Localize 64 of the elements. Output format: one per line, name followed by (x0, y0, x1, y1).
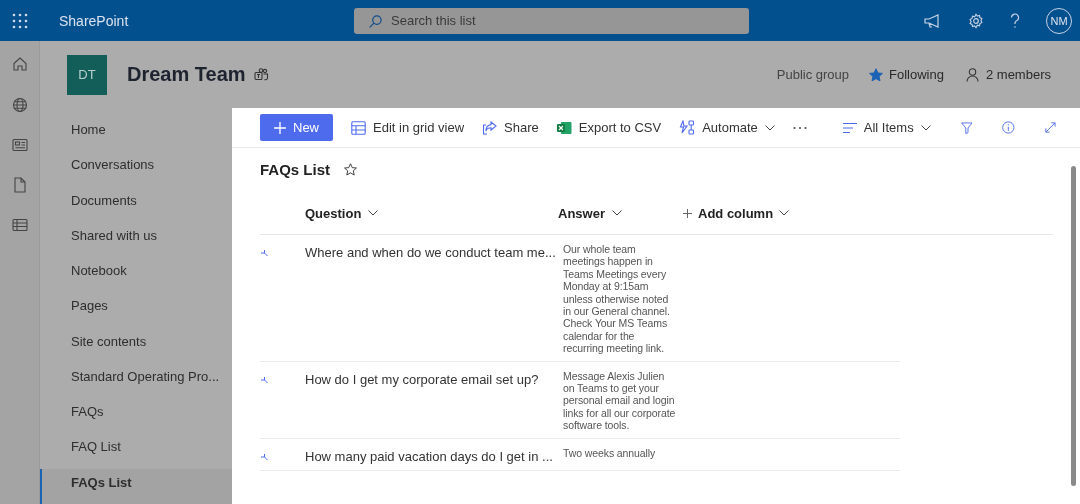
spreadsheet-icon (556, 120, 572, 135)
app-launcher-icon[interactable] (12, 12, 28, 29)
members-button[interactable]: 2 members (965, 67, 1051, 82)
nav-link[interactable]: Home (40, 116, 232, 152)
help-icon[interactable] (1010, 12, 1020, 29)
follow-button[interactable]: Following (869, 67, 944, 82)
more-button[interactable] (792, 125, 807, 130)
ellipsis-icon (792, 125, 807, 130)
scrollbar[interactable] (1071, 166, 1076, 486)
news-icon[interactable] (11, 138, 28, 152)
lines-icon (842, 122, 857, 133)
view-selector[interactable]: All Items (842, 120, 931, 135)
nav-link[interactable]: Site contents (40, 327, 232, 363)
chevron-down-icon (611, 210, 622, 216)
automate-button[interactable]: Automate (679, 120, 775, 135)
table-icon (351, 120, 366, 135)
add-column-button[interactable]: Add column (683, 205, 790, 221)
grid-view-button[interactable]: Edit in grid view (351, 120, 465, 135)
plus-icon (274, 121, 286, 134)
nav-link[interactable]: Shared with us (40, 221, 232, 258)
nav-link[interactable]: Standard Operating Pro... (40, 362, 232, 399)
answer-cell: Message Alexis Julien on Teams to get your personal email and login links for all our corporate software tools. (563, 369, 677, 432)
nav-link[interactable]: Pages (40, 292, 232, 328)
share-button[interactable]: Share (482, 120, 539, 135)
export-button[interactable]: Export to CSV (556, 120, 662, 135)
star-icon[interactable] (344, 162, 357, 176)
teams-icon (253, 67, 269, 82)
nav-link[interactable]: Documents (40, 186, 232, 222)
filter-icon[interactable] (960, 120, 973, 135)
answer-cell-text: Our whole team meetings happen in Teams Meetings every Monday at 9:15am unless otherwise noted in our General channel. Check Your MS Teams calendar for the recurring meeting link. (563, 243, 671, 355)
settings-icon[interactable] (968, 12, 984, 29)
megaphone-icon[interactable] (924, 13, 942, 28)
question-cell[interactable]: Where and when do we conduct team me... (305, 243, 563, 355)
answer-cell-text: Two weeks annually (563, 446, 657, 461)
nav-link[interactable]: Notebook (40, 257, 232, 293)
question-cell[interactable]: How many paid vacation days do I get in ... (305, 446, 563, 464)
chevron-down-icon (920, 124, 931, 131)
column-header[interactable]: Question (305, 205, 558, 221)
nav-link[interactable]: FAQs List (40, 468, 232, 504)
document-icon[interactable] (12, 177, 27, 193)
share-icon (482, 120, 498, 135)
question-cell[interactable]: How do I get my corporate email set up? (305, 369, 563, 432)
home-icon[interactable] (11, 56, 28, 72)
site-logo[interactable]: DT (67, 54, 107, 95)
list-title: FAQs List (260, 160, 330, 178)
chevron-down-icon (764, 124, 775, 131)
person-icon (965, 67, 979, 82)
site-title[interactable]: Dream Team (127, 63, 246, 86)
globe-icon[interactable] (11, 97, 28, 113)
flow-icon (679, 120, 696, 135)
chevron-down-icon (368, 210, 379, 216)
nav-link[interactable]: Conversations (40, 151, 232, 187)
search-field[interactable]: Search this list (354, 7, 749, 34)
plus-icon (683, 208, 692, 218)
info-icon[interactable] (1002, 120, 1016, 135)
nav-link[interactable]: FAQs (40, 398, 232, 434)
column-header[interactable]: Answer (558, 205, 683, 221)
nav-link[interactable]: FAQ List (40, 433, 232, 469)
expand-icon[interactable] (1045, 121, 1056, 134)
chevron-down-icon (779, 210, 790, 216)
new-button[interactable]: New (260, 114, 333, 141)
privacy-label: Public group (776, 67, 850, 82)
app-title[interactable]: SharePoint (59, 12, 354, 29)
list-icon[interactable] (11, 218, 28, 232)
